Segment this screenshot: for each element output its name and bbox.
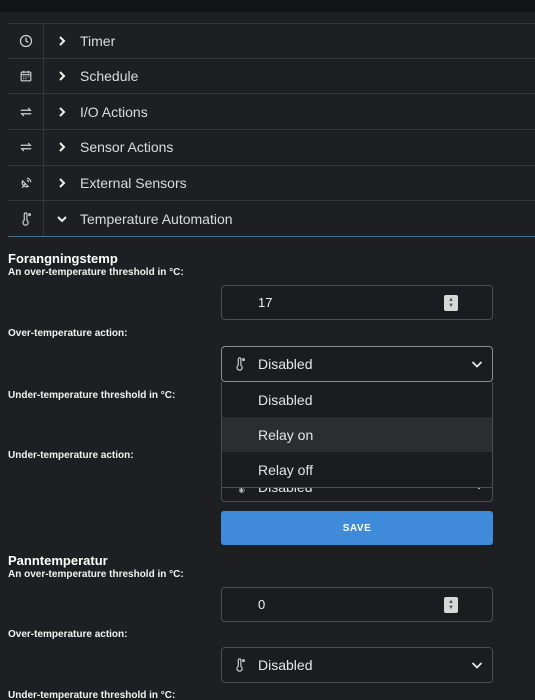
- action-dropdown-menu: Disabled Relay on Relay off: [221, 382, 493, 488]
- menu-item-label: Sensor Actions: [80, 139, 174, 156]
- save-button[interactable]: SAVE: [221, 511, 493, 545]
- chevron-right-icon: [44, 35, 80, 47]
- chevron-right-icon: [44, 177, 80, 189]
- menu-item-io-actions[interactable]: I/O Actions: [8, 94, 535, 131]
- swap-arrows-icon: [8, 94, 44, 130]
- menu-item-label: Temperature Automation: [80, 210, 233, 227]
- menu-item-schedule[interactable]: Schedule: [8, 58, 535, 95]
- dropdown-option-relay-on[interactable]: Relay on: [222, 417, 492, 452]
- over-threshold-label: An over-temperature threshold in °C:: [8, 267, 184, 278]
- over-action-value: Disabled: [258, 356, 313, 372]
- calendar-icon: [8, 58, 44, 94]
- thermometer-icon: [222, 658, 258, 672]
- over-threshold-value: 0: [258, 597, 266, 612]
- number-stepper[interactable]: ▲ ▼: [444, 295, 458, 311]
- thermometer-icon: [8, 201, 44, 237]
- over-action-label: Over-temperature action:: [8, 328, 128, 339]
- top-bar: [0, 0, 535, 12]
- menu-item-label: Timer: [80, 32, 116, 49]
- chevron-right-icon: [44, 141, 80, 153]
- under-threshold-label: Under-temperature threshold in °C:: [8, 390, 176, 401]
- menu-item-label: Schedule: [80, 68, 139, 85]
- over-threshold-input[interactable]: 17 ▲ ▼: [221, 285, 493, 320]
- swap-arrows-icon: [8, 130, 44, 165]
- number-stepper[interactable]: ▲ ▼: [444, 597, 458, 613]
- chevron-down-icon: [470, 357, 484, 374]
- chevron-right-icon: [44, 70, 80, 82]
- chevron-right-icon: [44, 106, 80, 118]
- menu-item-timer[interactable]: Timer: [8, 23, 535, 59]
- clock-icon: [8, 24, 44, 58]
- over-action-label: Over-temperature action:: [8, 629, 128, 640]
- thermometer-icon: [222, 357, 258, 371]
- dropdown-option-relay-off[interactable]: Relay off: [222, 452, 492, 487]
- chevron-down-icon: [470, 658, 484, 675]
- over-action-value: Disabled: [258, 657, 313, 673]
- under-threshold-label: Under-temperature threshold in °C:: [8, 690, 176, 700]
- satellite-icon: [8, 165, 44, 201]
- menu-item-label: I/O Actions: [80, 103, 148, 120]
- over-action-select[interactable]: Disabled: [221, 346, 493, 382]
- over-action-select[interactable]: Disabled: [221, 647, 493, 683]
- over-threshold-input[interactable]: 0 ▲ ▼: [221, 587, 493, 622]
- section-title: Panntemperatur: [8, 553, 108, 568]
- menu-item-external-sensors[interactable]: External Sensors: [8, 165, 535, 202]
- section-title: Forangningstemp: [8, 251, 118, 266]
- dropdown-option-disabled[interactable]: Disabled: [222, 382, 492, 417]
- over-threshold-value: 17: [258, 295, 273, 310]
- over-threshold-label: An over-temperature threshold in °C:: [8, 569, 184, 580]
- automation-menu: Timer Schedule I/O Actions Sensor Action…: [8, 23, 535, 238]
- menu-item-temperature-automation[interactable]: Temperature Automation: [8, 201, 535, 238]
- under-action-label: Under-temperature action:: [8, 450, 134, 461]
- menu-item-sensor-actions[interactable]: Sensor Actions: [8, 130, 535, 166]
- chevron-down-icon: [44, 213, 80, 225]
- menu-item-label: External Sensors: [80, 175, 187, 192]
